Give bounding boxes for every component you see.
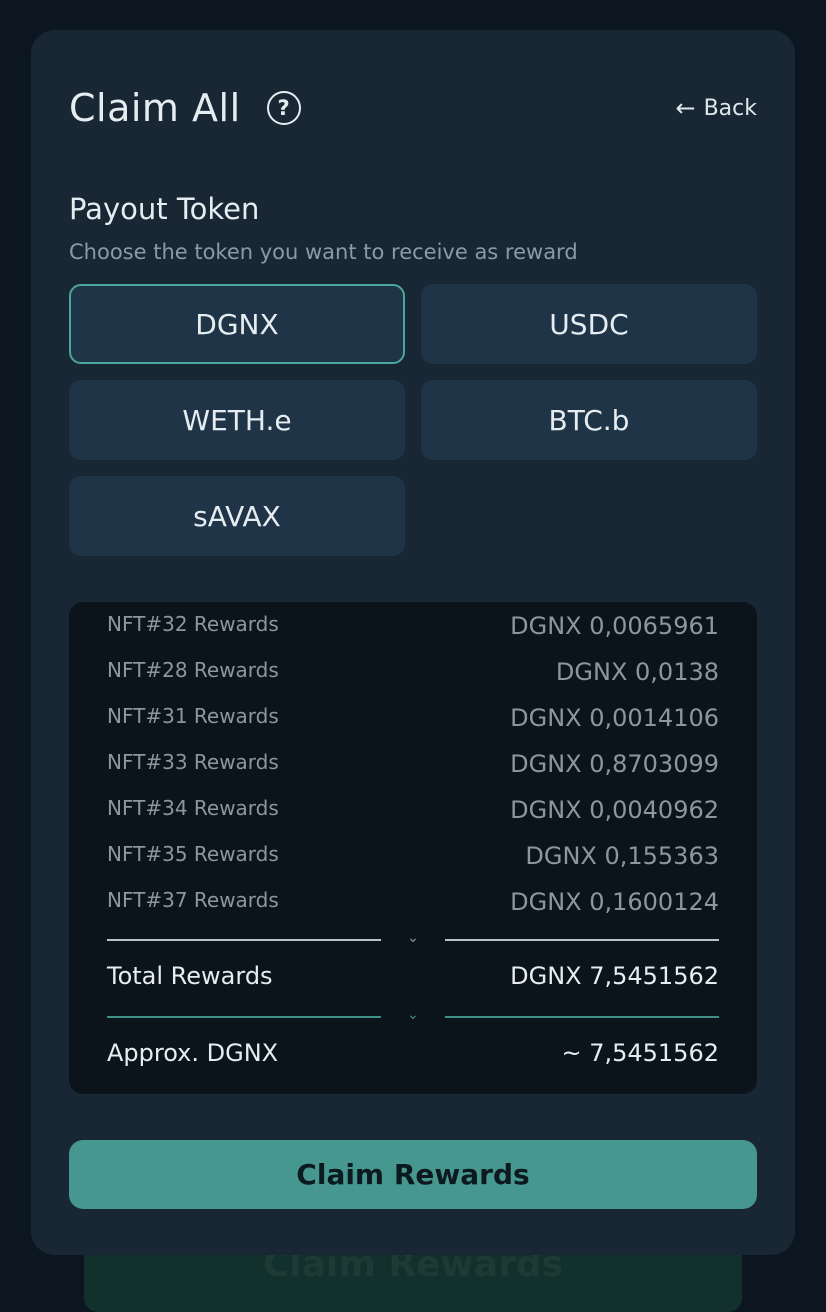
reward-row: NFT#28 Rewards DGNX 0,0138 [107, 658, 719, 686]
reward-value: DGNX 0,1600124 [510, 888, 719, 916]
back-button[interactable]: ← Back [675, 94, 757, 122]
token-option-dgnx[interactable]: DGNX [69, 284, 405, 364]
claim-all-modal: Claim All ? ← Back Payout Token Choose t… [31, 30, 795, 1255]
arrow-left-icon: ← [675, 94, 696, 122]
rewards-divider: ⌄ [107, 930, 719, 950]
reward-value: DGNX 0,155363 [525, 842, 719, 870]
reward-row: NFT#32 Rewards DGNX 0,0065961 [107, 612, 719, 640]
reward-label: NFT#31 Rewards [107, 704, 279, 728]
total-rewards-value: DGNX 7,5451562 [510, 962, 719, 990]
chevron-down-icon: ⌄ [407, 930, 419, 946]
token-option-weth[interactable]: WETH.e [69, 380, 405, 460]
rewards-list[interactable]: NFT#32 Rewards DGNX 0,0065961 NFT#28 Rew… [69, 602, 757, 1094]
question-circle-icon[interactable]: ? [266, 91, 301, 125]
approx-value: ~ 7,5451562 [561, 1039, 719, 1067]
reward-value: DGNX 0,0040962 [510, 796, 719, 824]
reward-label: NFT#35 Rewards [107, 842, 279, 866]
modal-title: Claim All [69, 86, 241, 130]
token-option-savax[interactable]: sAVAX [69, 476, 405, 556]
payout-token-title: Payout Token [69, 192, 260, 226]
reward-value: DGNX 0,0014106 [510, 704, 719, 732]
token-option-usdc[interactable]: USDC [421, 284, 757, 364]
reward-label: NFT#34 Rewards [107, 796, 279, 820]
reward-label: NFT#32 Rewards [107, 612, 279, 636]
reward-value: DGNX 0,8703099 [510, 750, 719, 778]
reward-label: NFT#33 Rewards [107, 750, 279, 774]
approx-row: Approx. DGNX ~ 7,5451562 [107, 1039, 719, 1067]
reward-value: DGNX 0,0138 [555, 658, 719, 686]
reward-row: NFT#37 Rewards DGNX 0,1600124 [107, 888, 719, 916]
approx-label: Approx. DGNX [107, 1039, 279, 1067]
claim-rewards-button[interactable]: Claim Rewards [69, 1140, 757, 1209]
payout-token-subtitle: Choose the token you want to receive as … [69, 240, 578, 264]
total-divider: ⌄ [107, 1007, 719, 1027]
reward-value: DGNX 0,0065961 [510, 612, 719, 640]
token-option-btcb[interactable]: BTC.b [421, 380, 757, 460]
total-rewards-row: Total Rewards DGNX 7,5451562 [107, 962, 719, 990]
reward-label: NFT#37 Rewards [107, 888, 279, 912]
reward-label: NFT#28 Rewards [107, 658, 279, 682]
reward-row: NFT#34 Rewards DGNX 0,0040962 [107, 796, 719, 824]
reward-row: NFT#31 Rewards DGNX 0,0014106 [107, 704, 719, 732]
modal-header: Claim All ? ← Back [69, 84, 757, 132]
total-rewards-label: Total Rewards [107, 962, 273, 990]
reward-row: NFT#35 Rewards DGNX 0,155363 [107, 842, 719, 870]
back-label: Back [703, 95, 757, 121]
chevron-down-icon: ⌄ [407, 1007, 419, 1023]
reward-row: NFT#33 Rewards DGNX 0,8703099 [107, 750, 719, 778]
